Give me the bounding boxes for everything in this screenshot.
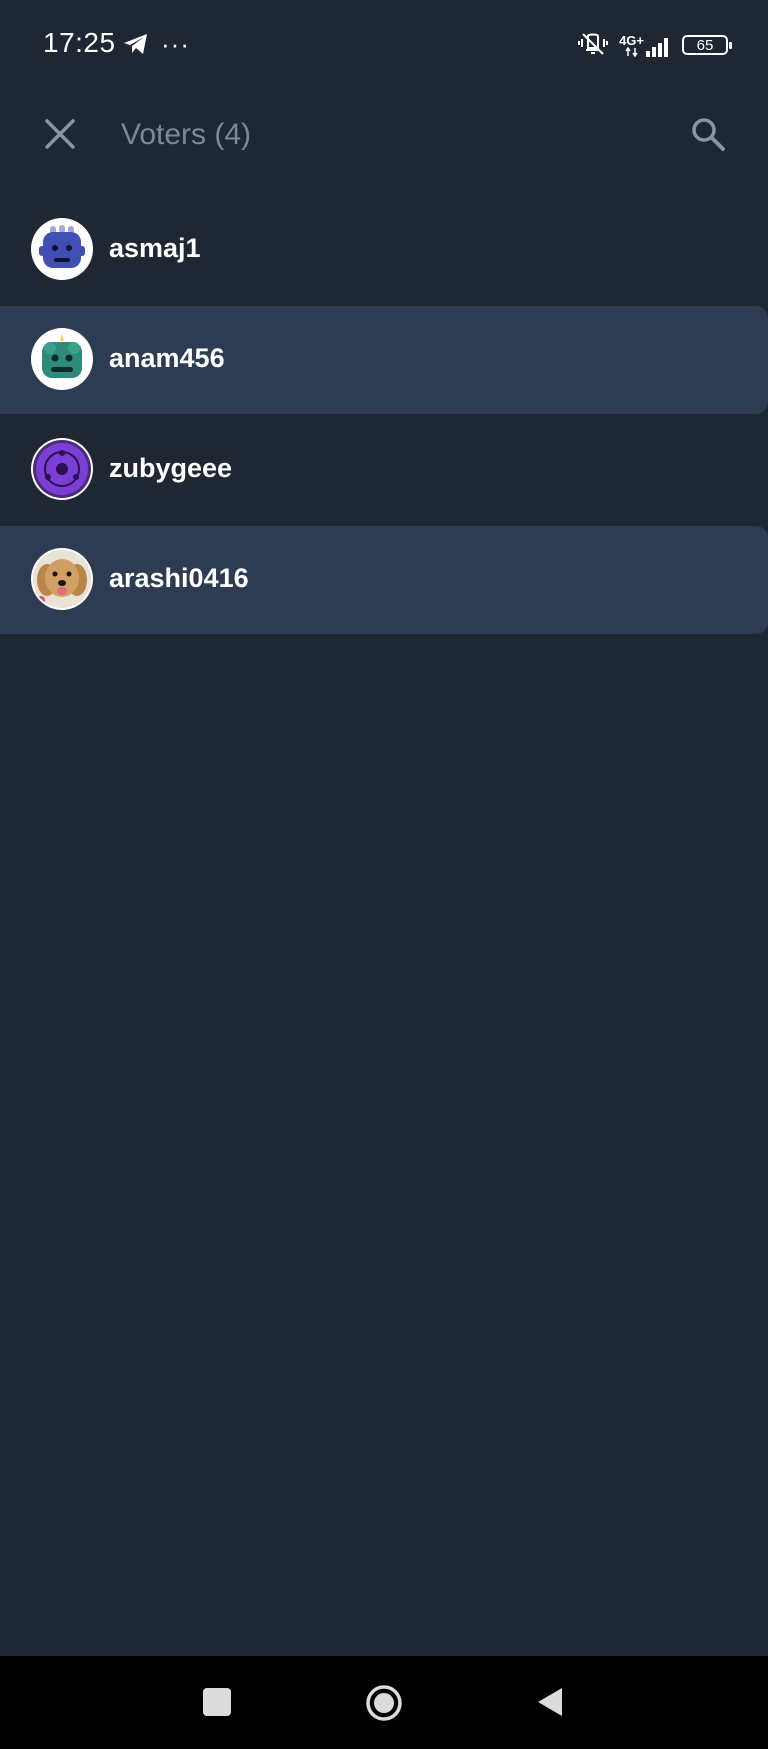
voter-row[interactable]: zubygeee — [0, 416, 768, 524]
avatar[interactable] — [31, 548, 93, 610]
top-app-bar — [0, 90, 768, 180]
close-icon[interactable] — [40, 114, 80, 154]
page-title: Voters (4) — [121, 118, 252, 151]
network-type: 4G+ — [619, 32, 644, 48]
voter-row[interactable]: arashi0416 — [0, 526, 768, 634]
dog-photo-avatar — [33, 550, 91, 608]
home-button[interactable] — [365, 1684, 403, 1722]
battery-level: 65 — [696, 36, 714, 54]
voter-list: asmaj1 anam456 zubygeee arashi0416 — [0, 196, 768, 636]
status-bar: 17:25 ··· 4G+ 65 — [0, 0, 768, 90]
network-indicator: 4G+ — [619, 34, 672, 57]
avatar[interactable] — [31, 438, 93, 500]
telegram-icon — [124, 34, 147, 54]
vibrate-icon — [578, 33, 609, 55]
recents-button[interactable] — [203, 1688, 231, 1716]
status-time: 17:25 — [43, 27, 116, 58]
voter-row[interactable]: anam456 — [0, 306, 768, 414]
voter-name: arashi0416 — [109, 563, 249, 593]
voter-name: asmaj1 — [109, 233, 201, 263]
purple-eye-avatar — [33, 440, 91, 498]
voter-name: anam456 — [109, 343, 225, 373]
more-notifications-icon: ··· — [161, 29, 190, 59]
data-arrows-icon — [624, 46, 638, 57]
green-monster-avatar — [33, 330, 91, 388]
avatar[interactable] — [31, 218, 93, 280]
battery-indicator: 65 — [682, 35, 732, 55]
status-indicators: 4G+ 65 — [577, 28, 732, 62]
signal-icon — [646, 37, 668, 57]
blue-robot-avatar — [33, 220, 91, 278]
search-icon[interactable] — [688, 114, 728, 154]
voter-row[interactable]: asmaj1 — [0, 196, 768, 304]
back-button[interactable] — [536, 1686, 564, 1718]
voter-name: zubygeee — [109, 453, 233, 483]
avatar[interactable] — [31, 328, 93, 390]
